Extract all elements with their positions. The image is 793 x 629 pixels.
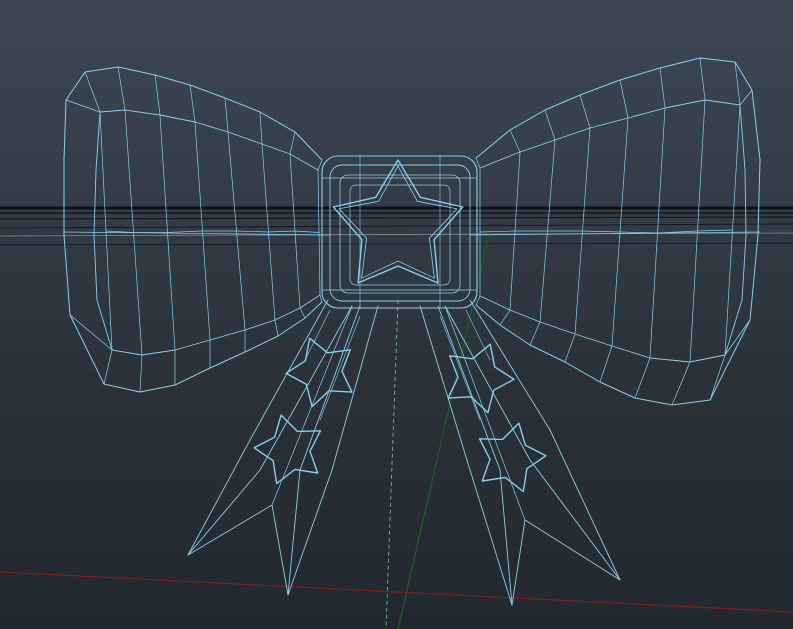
- left-tail-edge-loop: [319, 315, 361, 421]
- left-loop-bottom-edge-loop: [319, 294, 323, 303]
- right-loop-top-contour: [475, 57, 736, 159]
- knot-star-outline: [332, 159, 464, 284]
- left-loop-top-edge-loop: [117, 66, 126, 111]
- left-loop-top-edge-loop: [224, 97, 229, 133]
- right-tail-notch: [511, 519, 621, 606]
- left-loop-bottom-edge-loop: [299, 307, 306, 319]
- right-loop-bevel-top: [739, 89, 753, 106]
- left-loop-bevel-bottom: [69, 314, 113, 351]
- left-loop-mid-contour: [105, 230, 320, 233]
- right-loop-top-edge-loop: [509, 129, 521, 153]
- right-loop-bottom-edge-loop: [671, 361, 691, 406]
- right-loop-bottom-inner-contour: [479, 295, 726, 363]
- left-loop-top-edge-loop: [259, 111, 263, 145]
- left-tail-outer-ridge: [187, 299, 329, 556]
- right-tail-edge-loop: [439, 315, 481, 421]
- right-loop-top-edge-loop: [699, 57, 706, 101]
- left-loop-bottom-inner-contour: [111, 294, 321, 356]
- left-loop-top-edge-loop: [84, 71, 101, 113]
- ground-grid: [0, 206, 793, 246]
- right-tail-edge-loop: [465, 309, 491, 361]
- maya-perspective-viewport[interactable]: [0, 0, 793, 629]
- center-pivot-dashed-line: [385, 299, 399, 629]
- right-loop-bottom-edge-loop: [564, 333, 576, 363]
- grid-line-6: [0, 242, 793, 246]
- left-loop-bottom-edge-loop: [274, 319, 279, 337]
- left-loop-bottom-edge-loop: [103, 349, 113, 385]
- right-loop-top-edge-loop: [619, 79, 629, 119]
- left-tail-outer-edge: [187, 305, 353, 556]
- left-tail-notch: [187, 504, 289, 596]
- left-loop-top-edge-loop: [154, 74, 161, 116]
- right-loop-top-edge-loop: [659, 67, 666, 109]
- right-loop-top-inner-contour: [479, 99, 741, 169]
- grid-line-3: [0, 216, 793, 220]
- right-loop-top-edge-loop: [579, 94, 591, 129]
- x-axis-line: [0, 571, 793, 613]
- right-loop-bottom-contour: [475, 304, 711, 406]
- right-loop-bottom-edge-loop: [634, 357, 651, 399]
- bow-wireframe-mesh[interactable]: [63, 57, 761, 629]
- right-loop-top-edge-loop: [544, 109, 556, 141]
- left-loop-bevel-top: [65, 99, 101, 113]
- knot-middle-outline: [329, 164, 471, 302]
- right-loop-bottom-edge-loop: [709, 354, 726, 401]
- right-loop-outer-edge: [709, 61, 761, 401]
- left-loop-top-edge-loop: [289, 131, 296, 155]
- right-tail-outer-ridge: [469, 299, 621, 581]
- left-loop-bottom-edge-loop: [139, 354, 143, 393]
- left-loop-top-edge-loop: [317, 159, 323, 171]
- right-tail-inner-edge: [419, 305, 513, 606]
- grid-line-4: [0, 223, 793, 229]
- right-loop-bottom-edge-loop: [529, 321, 541, 346]
- knot-star-inner-outline: [338, 165, 458, 279]
- left-loop-top-edge-loop: [189, 84, 196, 123]
- right-tail-outer-edge: [444, 305, 621, 581]
- right-tail-center-edge: [444, 305, 526, 521]
- right-tail-star-lower: [478, 422, 547, 493]
- left-loop-horizontal-edge: [63, 231, 331, 236]
- left-loop-bottom-contour: [103, 301, 323, 393]
- right-loop-bevel-bottom: [724, 319, 751, 356]
- left-tail-star-lower: [253, 414, 322, 485]
- grid-line-5: [0, 232, 793, 237]
- right-loop-bottom-edge-loop: [599, 345, 613, 383]
- right-loop-bottom-edge-loop: [499, 309, 511, 326]
- left-loop-top-inner-contour: [99, 109, 319, 171]
- left-tail-inner-edge: [287, 305, 379, 596]
- left-tail-star-upper: [285, 337, 353, 408]
